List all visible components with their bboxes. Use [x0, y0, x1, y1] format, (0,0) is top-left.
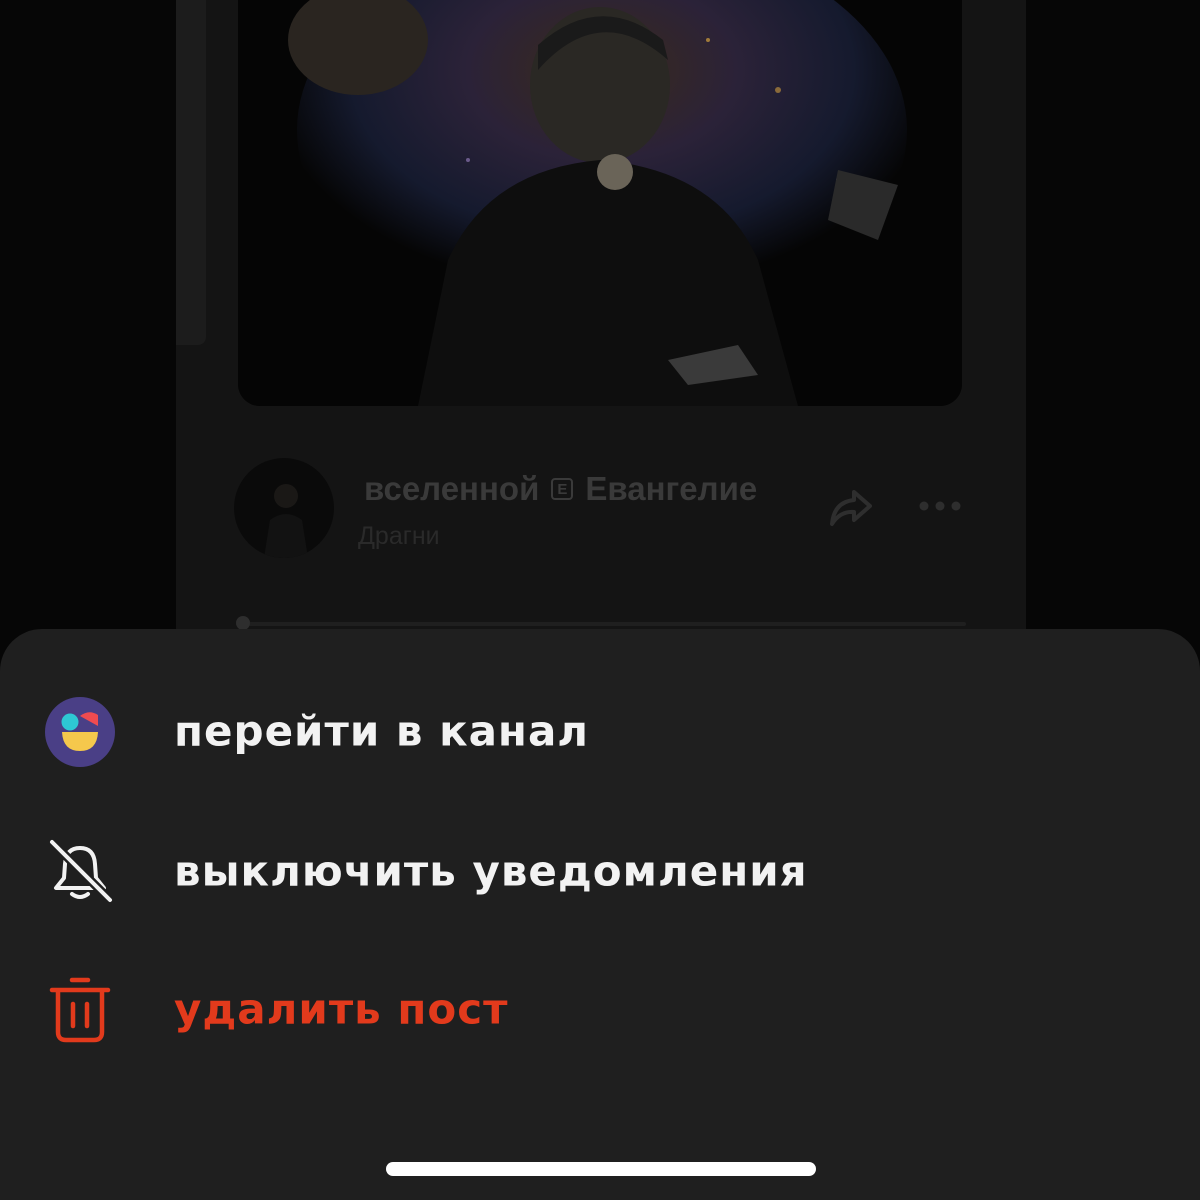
delete-post-button[interactable]: удалить пост [0, 955, 1200, 1065]
share-icon[interactable] [828, 488, 874, 528]
delete-post-label: удалить пост [174, 984, 509, 1034]
go-to-channel-button[interactable]: перейти в канал [0, 677, 1200, 787]
channel-logo-icon [44, 696, 116, 768]
bell-off-icon [44, 836, 116, 908]
go-to-channel-label: перейти в канал [174, 706, 590, 756]
home-indicator[interactable] [386, 1162, 816, 1176]
playback-progress-bar[interactable] [238, 622, 966, 626]
cover-art-image [238, 0, 962, 406]
explicit-badge: E [551, 478, 574, 500]
trash-icon [44, 974, 116, 1046]
track-title: вселенной E Евангелие [364, 470, 757, 508]
track-cover-thumbnail[interactable] [234, 458, 334, 558]
more-dots-icon[interactable] [918, 498, 962, 514]
track-title-part1: вселенной [364, 470, 540, 507]
playback-progress-knob[interactable] [236, 616, 250, 630]
mute-notifications-label: выключить уведомления [174, 846, 808, 896]
action-sheet: перейти в канал выключить уведомления уд… [0, 629, 1200, 1200]
previous-post-edge [176, 0, 206, 345]
screen: вселенной E Евангелие Драгни перейти в к… [0, 0, 1200, 1200]
track-info-row: вселенной E Евангелие Драгни [234, 458, 974, 558]
track-artist: Драгни [358, 522, 440, 550]
mute-notifications-button[interactable]: выключить уведомления [0, 817, 1200, 927]
track-title-part2: Евангелие [585, 470, 758, 507]
